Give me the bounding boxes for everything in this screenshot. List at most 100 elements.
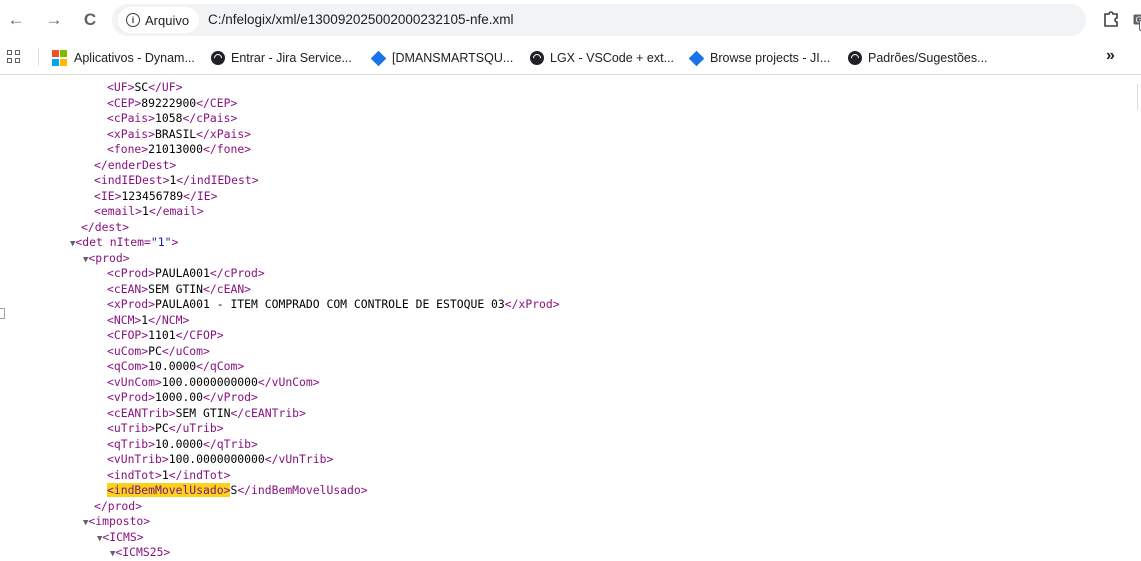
xml-line: <uCom>PC</uCom> — [107, 344, 210, 360]
bookmark-browse-projects[interactable]: Browse projects - JI... — [688, 49, 830, 67]
xml-line: </prod> — [94, 499, 142, 515]
bookmark-lgx-vscode[interactable]: LGX - VSCode + ext... — [530, 49, 674, 67]
bookmarks-bar: Aplicativos - Dynam... Entrar - Jira Ser… — [0, 40, 1141, 110]
xml-value: 10.0000 — [148, 359, 197, 373]
xml-line: <qCom>10.0000</qCom> — [107, 359, 244, 375]
apps-grid-icon[interactable] — [7, 50, 21, 64]
xml-line-prod[interactable]: ▼<prod> — [83, 251, 130, 267]
xml-value: 100.0000000000 — [161, 374, 258, 389]
bookmark-label: Entrar - Jira Service... — [231, 51, 352, 65]
xml-tag: <qCom> — [107, 359, 149, 373]
back-button[interactable]: ← — [5, 9, 27, 31]
xml-tag: <vProd> — [107, 390, 156, 404]
xml-tag: </dest> — [81, 219, 130, 234]
xml-value: 10.0000 — [155, 436, 204, 451]
xml-tag: <cPais> — [107, 111, 156, 125]
xml-line-icms25[interactable]: ▼<ICMS25> — [110, 545, 170, 561]
xml-attr-value: "1" — [150, 235, 172, 249]
xml-tag: </IE> — [183, 188, 218, 203]
xml-value: SC — [134, 80, 149, 94]
bookmark-entrar-jira[interactable]: Entrar - Jira Service... — [211, 49, 352, 67]
xml-tag: </qTrib> — [203, 436, 258, 451]
xml-tag: </vUnTrib> — [264, 452, 334, 466]
xml-tag: <qTrib> — [107, 436, 156, 451]
xml-line: <xPais>BRASIL</xPais> — [107, 127, 251, 143]
xml-line: <email>1</email> — [94, 204, 204, 220]
browser-toolbar: ← → C i Arquivo C:/nfelogix/xml/e1300920… — [0, 0, 1141, 40]
xml-tag: <det — [75, 235, 103, 249]
site-info-chip[interactable]: i Arquivo — [118, 7, 200, 33]
bookmark-padroes-sugestoes[interactable]: Padrões/Sugestões... — [848, 49, 988, 67]
xml-line: <cProd>PAULA001</cProd> — [107, 266, 265, 282]
xml-line: <vUnCom>100.0000000000</vUnCom> — [107, 375, 320, 391]
translate-icon[interactable]: G 文 — [1133, 14, 1141, 31]
xml-tag: <UF> — [107, 80, 135, 94]
xml-value: 1101 — [148, 328, 176, 342]
xml-line: <qTrib>10.0000</qTrib> — [107, 437, 258, 453]
xml-line: <cPais>1058</cPais> — [107, 111, 237, 127]
info-icon: i — [126, 13, 140, 27]
xml-tag: </prod> — [94, 498, 143, 513]
xml-line-det[interactable]: ▼<det nItem="1"> — [70, 235, 178, 251]
xml-line: <UF>SC</UF> — [107, 80, 182, 96]
xml-tag: </CEP> — [196, 95, 238, 110]
xml-tag: </indIEDest> — [176, 173, 259, 187]
xml-tag: </enderDest> — [94, 157, 177, 172]
xml-value: 100.0000000000 — [168, 452, 265, 466]
reload-button[interactable]: C — [79, 9, 101, 31]
xml-tag: <IE> — [94, 188, 122, 203]
xml-value: SEM GTIN — [175, 405, 231, 420]
xml-viewer: <UF>SC</UF> <CEP>89222900</CEP> <cPais>1… — [0, 74, 1141, 561]
xml-tag: <imposto> — [88, 514, 151, 528]
xml-line: <vUnTrib>100.0000000000</vUnTrib> — [107, 452, 333, 468]
xml-tag: <CEP> — [107, 95, 142, 110]
xml-tag: </vProd> — [203, 390, 258, 404]
xml-tag: </cProd> — [209, 266, 265, 280]
xml-line: <IE>123456789</IE> — [94, 189, 217, 205]
xml-attr-name: nItem= — [102, 235, 151, 249]
xml-value: 1 — [161, 467, 169, 482]
xml-line-imposto[interactable]: ▼<imposto> — [83, 514, 150, 530]
bookmarks-separator — [38, 48, 39, 66]
xml-line: <cEAN>SEM GTIN</cEAN> — [107, 282, 251, 298]
bookmark-dmansmartsqu[interactable]: [DMANSMARTSQU... — [370, 49, 513, 67]
site-info-label: Arquivo — [145, 12, 190, 28]
bookmark-aplicativos[interactable]: Aplicativos - Dynam... — [52, 49, 195, 67]
xml-tag: <CFOP> — [107, 328, 149, 342]
xml-tag: </NCM> — [148, 312, 190, 327]
xml-value: 89222900 — [141, 95, 197, 110]
xml-tag: <ICMS> — [102, 529, 144, 544]
xml-value: BRASIL — [155, 126, 197, 141]
xml-tag: > — [171, 235, 179, 249]
xml-line: <CFOP>1101</CFOP> — [107, 328, 224, 344]
xml-tag: </cPais> — [182, 111, 238, 125]
xml-value: 21013000 — [148, 142, 204, 156]
bookmark-label: Aplicativos - Dynam... — [74, 51, 195, 65]
xml-tag: </email> — [148, 204, 204, 218]
back-arrow-icon: ← — [7, 10, 25, 29]
xml-tag: </fone> — [203, 142, 252, 156]
xml-tag-search-highlight: <indBemMovelUsado> — [107, 483, 231, 497]
xml-tag: <cEANTrib> — [107, 405, 176, 420]
more-bookmarks-chevron[interactable]: » — [1106, 47, 1115, 65]
xml-tag: </cEAN> — [203, 281, 252, 296]
address-bar[interactable]: i Arquivo C:/nfelogix/xml/e1300920250020… — [112, 4, 1141, 36]
xml-tag: <indTot> — [107, 467, 162, 482]
xml-tag: <fone> — [107, 142, 149, 156]
xml-line-icms[interactable]: ▼<ICMS> — [97, 530, 144, 546]
xml-tag: <xProd> — [107, 297, 156, 311]
xml-line: <fone>21013000</fone> — [107, 142, 251, 158]
xml-line: </enderDest> — [94, 158, 176, 174]
extensions-puzzle-icon[interactable] — [1101, 8, 1121, 28]
url-text[interactable]: C:/nfelogix/xml/e13009202500200023​2105-… — [208, 12, 513, 27]
xml-tag: </indBemMovelUsado> — [237, 483, 368, 497]
bookmark-label: Padrões/Sugestões... — [868, 51, 988, 65]
forward-button[interactable]: → — [43, 9, 65, 31]
xml-tag: </xProd> — [504, 297, 560, 311]
xml-tag: <uTrib> — [107, 421, 156, 435]
xml-tag: <vUnTrib> — [107, 452, 169, 466]
xml-line: <vProd>1000.00</vProd> — [107, 390, 258, 406]
xml-tag: <vUnCom> — [107, 374, 162, 389]
xml-value: 123456789 — [121, 188, 184, 203]
xml-value: PC — [155, 421, 169, 435]
